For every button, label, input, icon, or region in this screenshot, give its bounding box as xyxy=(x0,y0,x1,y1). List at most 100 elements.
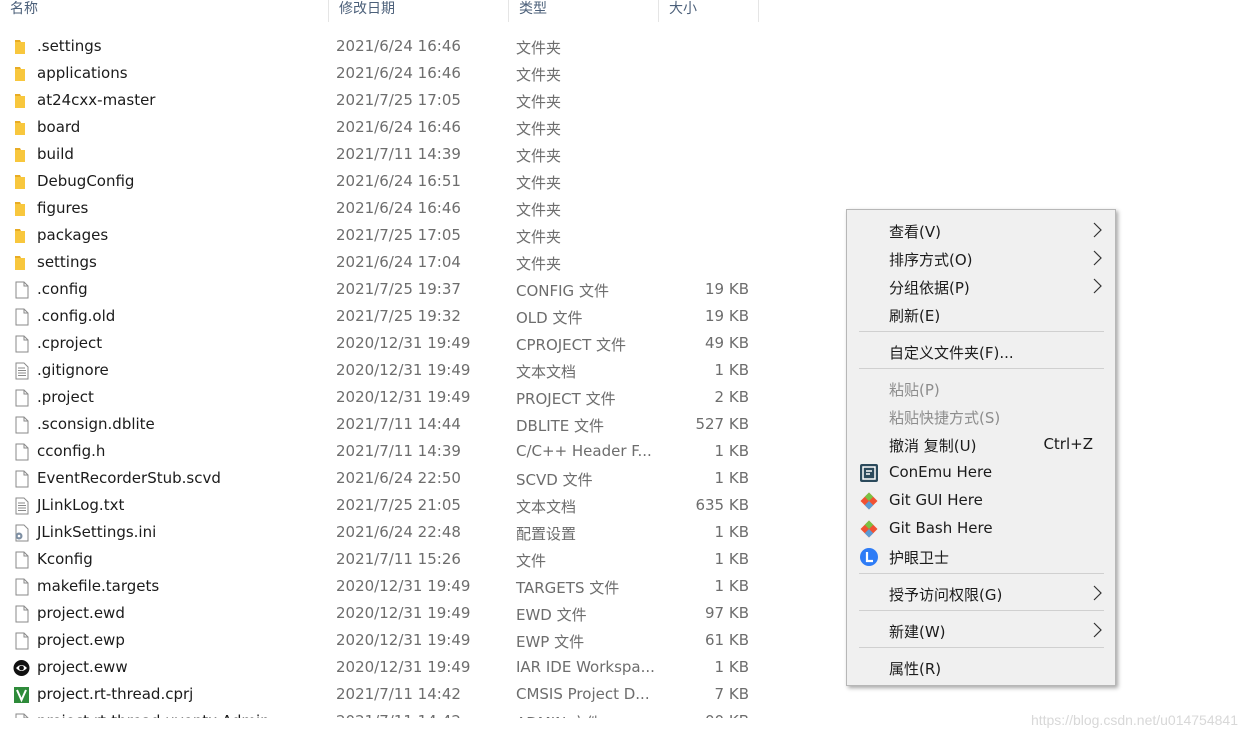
file-name: JLinkSettings.ini xyxy=(37,523,157,541)
menu-item-new[interactable]: 新建(W) xyxy=(847,616,1115,644)
file-name: .project xyxy=(37,388,94,406)
menu-item-eye-guard[interactable]: 护眼卫士 xyxy=(847,542,1115,570)
file-name: project.ewd xyxy=(37,604,125,622)
file-size: 97 KB xyxy=(705,604,749,622)
file-row[interactable]: project.ewd 2020/12/31 19:49 EWD 文件 97 KB xyxy=(0,600,760,627)
git-gui-icon xyxy=(860,492,878,510)
file-date: 2020/12/31 19:49 xyxy=(336,388,471,406)
menu-item-label: 刷新(E) xyxy=(889,307,941,325)
git-bash-icon xyxy=(860,520,878,538)
file-row[interactable]: at24cxx-master 2021/7/25 17:05 文件夹 xyxy=(0,87,760,114)
folder-icon xyxy=(13,200,30,218)
file-row[interactable]: settings 2021/6/24 17:04 文件夹 xyxy=(0,249,760,276)
menu-item-undo-copy[interactable]: 撤消 复制(U) Ctrl+Z xyxy=(847,430,1115,458)
column-size-header[interactable]: 大小 xyxy=(659,0,759,22)
file-type: 文件夹 xyxy=(516,147,562,165)
menu-item-label: ConEmu Here xyxy=(889,463,993,481)
file-name: project.ewp xyxy=(37,631,125,649)
file-row[interactable]: applications 2021/6/24 16:46 文件夹 xyxy=(0,60,760,87)
file-row[interactable]: DebugConfig 2021/6/24 16:51 文件夹 xyxy=(0,168,760,195)
file-row[interactable]: JLinkSettings.ini 2021/6/24 22:48 配置设置 1 KB xyxy=(0,519,760,546)
file-type: 文本文档 xyxy=(516,363,577,381)
menu-item-conemu[interactable]: ConEmu Here xyxy=(847,458,1115,486)
file-type: 文件 xyxy=(516,552,547,570)
file-row[interactable]: .sconsign.dblite 2021/7/11 14:44 DBLITE 文件… xyxy=(0,411,760,438)
folder-icon xyxy=(13,254,30,272)
menu-item-label: 自定义文件夹(F)... xyxy=(889,344,1014,362)
file-row[interactable]: .cproject 2020/12/31 19:49 CPROJECT 文件 49 K… xyxy=(0,330,760,357)
file-row[interactable]: .gitignore 2020/12/31 19:49 文本文档 1 KB xyxy=(0,357,760,384)
file-type: 文件夹 xyxy=(516,93,562,111)
file-date: 2021/7/11 14:42 xyxy=(336,712,461,718)
context-menu: 查看(V) 排序方式(O) 分组依据(P) 刷新(E) 自定义文件夹(F)...… xyxy=(846,209,1116,686)
file-row[interactable]: build 2021/7/11 14:39 文件夹 xyxy=(0,141,760,168)
file-row[interactable]: JLinkLog.txt 2021/7/25 21:05 文本文档 635 KB xyxy=(0,492,760,519)
menu-item-label: 查看(V) xyxy=(889,223,941,241)
file-date: 2021/7/25 17:05 xyxy=(336,226,461,244)
file-date: 2021/6/24 16:46 xyxy=(336,64,461,82)
file-type: EWP 文件 xyxy=(516,633,585,651)
menu-item-properties[interactable]: 属性(R) xyxy=(847,653,1115,681)
file-row[interactable]: .config.old 2021/7/25 19:32 OLD 文件 19 KB xyxy=(0,303,760,330)
file-size: 1 KB xyxy=(714,469,749,487)
file-row[interactable]: .settings 2021/6/24 16:46 文件夹 xyxy=(0,33,760,60)
file-size: 19 KB xyxy=(705,280,749,298)
file-icon xyxy=(13,605,30,623)
menu-item-label: 粘贴(P) xyxy=(889,381,940,399)
menu-item-git-bash[interactable]: Git Bash Here xyxy=(847,514,1115,542)
file-name: .config.old xyxy=(37,307,116,325)
file-date: 2020/12/31 19:49 xyxy=(336,604,471,622)
file-row[interactable]: project.rt-thread.cprj 2021/7/11 14:42 CMS… xyxy=(0,681,760,708)
file-type: 文件夹 xyxy=(516,255,562,273)
menu-item-refresh[interactable]: 刷新(E) xyxy=(847,300,1115,328)
file-icon xyxy=(13,470,30,488)
file-row[interactable]: project.rt-thread.uvoptx.Admin 2021/7/11 … xyxy=(0,708,760,718)
file-row[interactable]: makefile.targets 2020/12/31 19:49 TARGETS … xyxy=(0,573,760,600)
file-size: 527 KB xyxy=(695,415,749,433)
menu-item-sort[interactable]: 排序方式(O) xyxy=(847,244,1115,272)
menu-item-shortcut: Ctrl+Z xyxy=(1043,435,1093,453)
file-row[interactable]: Kconfig 2021/7/11 15:26 文件 1 KB xyxy=(0,546,760,573)
file-date: 2020/12/31 19:49 xyxy=(336,577,471,595)
menu-item-label: 新建(W) xyxy=(889,623,946,641)
file-name: build xyxy=(37,145,74,163)
file-size: 1 KB xyxy=(714,658,749,676)
file-row[interactable]: .project 2020/12/31 19:49 PROJECT 文件 2 KB xyxy=(0,384,760,411)
file-name: .sconsign.dblite xyxy=(37,415,155,433)
column-name-header[interactable]: 名称 xyxy=(0,0,329,22)
file-type: ADMIN 文件 xyxy=(516,712,601,718)
file-icon xyxy=(13,551,30,569)
file-date: 2021/6/24 16:46 xyxy=(336,199,461,217)
chevron-right-icon xyxy=(1093,278,1102,294)
file-name: cconfig.h xyxy=(37,442,106,460)
file-name: .gitignore xyxy=(37,361,109,379)
file-row[interactable]: packages 2021/7/25 17:05 文件夹 xyxy=(0,222,760,249)
menu-item-label: 护眼卫士 xyxy=(889,549,950,567)
chevron-right-icon xyxy=(1093,585,1102,601)
file-date: 2020/12/31 19:49 xyxy=(336,334,471,352)
file-row[interactable]: project.ewp 2020/12/31 19:49 EWP 文件 61 KB xyxy=(0,627,760,654)
menu-item-view[interactable]: 查看(V) xyxy=(847,216,1115,244)
menu-item-grant-access[interactable]: 授予访问权限(G) xyxy=(847,579,1115,607)
folder-icon xyxy=(13,119,30,137)
file-row[interactable]: EventRecorderStub.scvd 2021/6/24 22:50 SCV… xyxy=(0,465,760,492)
file-type: CONFIG 文件 xyxy=(516,282,609,300)
file-date: 2020/12/31 19:49 xyxy=(336,631,471,649)
file-row[interactable]: .config 2021/7/25 19:37 CONFIG 文件 19 KB xyxy=(0,276,760,303)
menu-item-paste-shortcut[interactable]: 粘贴快捷方式(S) xyxy=(847,402,1115,430)
menu-item-git-gui[interactable]: Git GUI Here xyxy=(847,486,1115,514)
file-list[interactable]: .settings 2021/6/24 16:46 文件夹 applications 2… xyxy=(0,33,760,718)
file-icon xyxy=(13,335,30,353)
file-row[interactable]: cconfig.h 2021/7/11 14:39 C/C++ Header F..… xyxy=(0,438,760,465)
file-name: figures xyxy=(37,199,89,217)
file-icon xyxy=(13,713,30,718)
menu-item-paste[interactable]: 粘贴(P) xyxy=(847,374,1115,402)
column-type-header[interactable]: 类型 xyxy=(509,0,659,22)
column-date-header[interactable]: 修改日期 xyxy=(329,0,509,22)
file-size: 2 KB xyxy=(714,388,749,406)
file-row[interactable]: board 2021/6/24 16:46 文件夹 xyxy=(0,114,760,141)
file-row[interactable]: project.eww 2020/12/31 19:49 IAR IDE Works… xyxy=(0,654,760,681)
menu-item-group[interactable]: 分组依据(P) xyxy=(847,272,1115,300)
menu-item-customize-folder[interactable]: 自定义文件夹(F)... xyxy=(847,337,1115,365)
file-row[interactable]: figures 2021/6/24 16:46 文件夹 xyxy=(0,195,760,222)
